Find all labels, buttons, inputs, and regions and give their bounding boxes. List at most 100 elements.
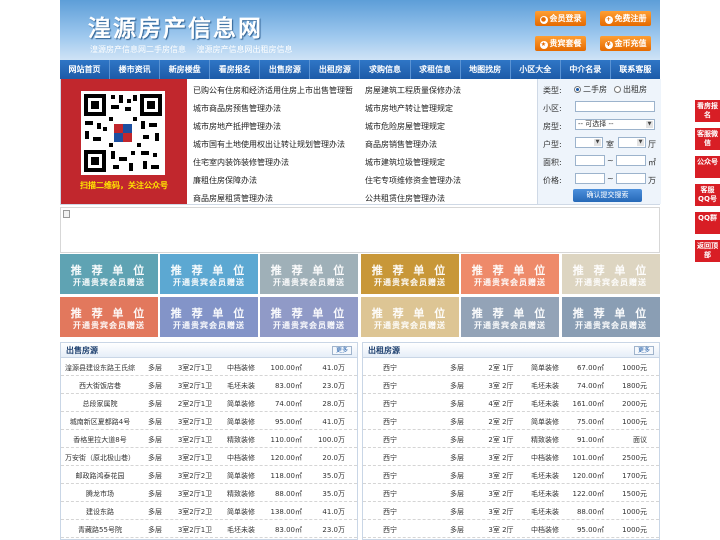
header-sublink-sale[interactable]: 湟源房产信息网二手房信息 [90, 45, 186, 54]
recommended-unit-tile[interactable]: 推 荐 单 位开通贵宾会员赠送 [60, 254, 158, 294]
recommended-unit-tile[interactable]: 推 荐 单 位开通贵宾会员赠送 [461, 297, 559, 337]
sale-cell-0[interactable]: 邮政路鸿泰花园 [63, 471, 137, 481]
rent-listing-row[interactable]: 西宁 多层 2室 1厅 精致装修 91.00㎡ 面议 [363, 430, 659, 448]
nav-news[interactable]: 楼市资讯 [110, 60, 161, 79]
float-official-account[interactable]: 公众号 [695, 156, 720, 178]
policy-link[interactable]: 城市危险房屋管理规定 [365, 121, 445, 132]
rent-listing-row[interactable]: 西宁 多层 2室 1厅 简单装修 67.00㎡ 1000元 [363, 358, 659, 376]
rent-listing-row[interactable]: 西宁 多层 2室 2厅 简单装修 75.00㎡ 1000元 [363, 412, 659, 430]
sale-listing-row[interactable]: 青藏路55号院 多层 3室2厅1卫 毛坯未装 83.00㎡ 23.0万 [61, 520, 357, 538]
recommended-unit-tile[interactable]: 推 荐 单 位开通贵宾会员赠送 [361, 254, 459, 294]
sale-cell-0[interactable]: 湟源县建设东路王氏综 [63, 363, 137, 373]
site-title[interactable]: 湟源房产信息网 [88, 9, 263, 43]
sale-cell-0[interactable]: 腾龙市场 [63, 489, 137, 499]
recommended-unit-tile[interactable]: 推 荐 单 位开通贵宾会员赠送 [260, 297, 358, 337]
float-viewing-signup[interactable]: 看房报名 [695, 100, 720, 122]
recommended-unit-tile[interactable]: 推 荐 单 位开通贵宾会员赠送 [562, 297, 660, 337]
coin-recharge-button[interactable]: ¥ 金币充值 [600, 36, 651, 51]
policy-link[interactable]: 商品房销售管理办法 [365, 139, 437, 150]
vip-package-button[interactable]: ★ 贵宾套餐 [535, 36, 586, 51]
nav-viewing-signup[interactable]: 看房报名 [210, 60, 261, 79]
sale-cell-0[interactable]: 城南新区夏都路4号 [63, 417, 137, 427]
rent-listing-row[interactable]: 西宁 多层 3室 2厅 毛坯未装 120.00㎡ 1700元 [363, 466, 659, 484]
rent-cell-0[interactable]: 西宁 [383, 399, 423, 409]
rent-listing-row[interactable]: 西宁 多层 3室 2厅 中档装修 95.00㎡ 1000元 [363, 520, 659, 538]
radio-rental[interactable]: 出租房 [614, 84, 647, 95]
sale-cell-0[interactable]: 香格里拉大道8号 [63, 435, 137, 445]
policy-link[interactable]: 城市商品房预售管理办法 [193, 103, 281, 114]
float-back-to-top[interactable]: 返回顶部 [695, 240, 720, 262]
recommended-unit-tile[interactable]: 推 荐 单 位开通贵宾会员赠送 [160, 297, 258, 337]
sale-cell-0[interactable]: 建设东路 [63, 507, 137, 517]
login-button[interactable]: ● 会员登录 [535, 11, 586, 26]
float-service-qq[interactable]: 客服QQ号 [695, 184, 720, 206]
sale-panel-title[interactable]: 出售房源 [66, 345, 98, 356]
rent-listing-row[interactable]: 西宁 多层 3室 2厅 中档装修 101.00㎡ 2500元 [363, 448, 659, 466]
nav-wanted-buy[interactable]: 求购信息 [360, 60, 411, 79]
sale-listing-row[interactable]: 总段家属院 多层 2室2厅1卫 简单装修 74.00㎡ 28.0万 [61, 394, 357, 412]
nav-agents[interactable]: 中介名录 [561, 60, 611, 79]
search-submit-button[interactable]: 确认提交搜索 [573, 189, 642, 202]
sale-more-button[interactable]: 更多 [332, 346, 352, 355]
recommended-unit-tile[interactable]: 推 荐 单 位开通贵宾会员赠送 [562, 254, 660, 294]
recommended-unit-tile[interactable]: 推 荐 单 位开通贵宾会员赠送 [260, 254, 358, 294]
rent-cell-0[interactable]: 西宁 [383, 507, 423, 517]
sale-listing-row[interactable]: 城南新区夏都路4号 多层 3室2厅1卫 简单装修 95.00㎡ 41.0万 [61, 412, 357, 430]
rent-panel-title[interactable]: 出租房源 [368, 345, 400, 356]
sale-listing-row[interactable]: 邮政路鸿泰花园 多层 3室2厅2卫 简单装修 118.00㎡ 35.0万 [61, 466, 357, 484]
recommended-unit-tile[interactable]: 推 荐 单 位开通贵宾会员赠送 [461, 254, 559, 294]
nav-contact-service[interactable]: 联系客服 [611, 60, 660, 79]
sale-listing-row[interactable]: 湟源县建设东路王氏综 多层 3室2厅1卫 中档装修 100.00㎡ 41.0万 [61, 358, 357, 376]
rent-cell-0[interactable]: 西宁 [383, 363, 423, 373]
sale-listing-row[interactable]: 建设东路 多层 3室2厅2卫 简单装修 138.00㎡ 41.0万 [61, 502, 357, 520]
nav-communities[interactable]: 小区大全 [511, 60, 561, 79]
policy-link[interactable]: 城市建筑垃圾管理规定 [365, 157, 445, 168]
rent-cell-0[interactable]: 西宁 [383, 471, 423, 481]
nav-for-rent[interactable]: 出租房源 [310, 60, 361, 79]
policy-link[interactable]: 公共租赁住房管理办法 [365, 193, 445, 204]
rent-cell-0[interactable]: 西宁 [383, 453, 423, 463]
area-min-input[interactable] [575, 155, 605, 166]
nav-map-search[interactable]: 地图找房 [461, 60, 511, 79]
rent-cell-0[interactable]: 西宁 [383, 435, 423, 445]
banner-ad[interactable] [60, 207, 660, 253]
policy-link[interactable]: 廉租住房保障办法 [193, 175, 257, 186]
float-service-wechat[interactable]: 客服微信 [695, 128, 720, 150]
radio-second-hand[interactable]: 二手房 [574, 84, 607, 95]
nav-new-homes[interactable]: 新房楼盘 [160, 60, 211, 79]
price-max-input[interactable] [616, 173, 646, 184]
register-button[interactable]: + 免费注册 [600, 11, 651, 26]
float-qq-group[interactable]: QQ群 [695, 212, 720, 234]
price-min-input[interactable] [575, 173, 605, 184]
recommended-unit-tile[interactable]: 推 荐 单 位开通贵宾会员赠送 [361, 297, 459, 337]
rent-listing-row[interactable]: 西宁 多层 3室 2厅 毛坯未装 74.00㎡ 1800元 [363, 376, 659, 394]
room-select[interactable]: ▼ [575, 137, 603, 148]
rent-cell-0[interactable]: 西宁 [383, 417, 423, 427]
policy-link[interactable]: 住宅室内装饰装修管理办法 [193, 157, 289, 168]
header-sublink-rent[interactable]: 湟源房产信息网出租房信息 [197, 45, 293, 54]
community-input[interactable] [575, 101, 655, 112]
sale-listing-row[interactable]: 西大街饭店巷 多层 3室2厅1卫 毛坯未装 83.00㎡ 23.0万 [61, 376, 357, 394]
policy-link[interactable]: 城市国有土地使用权出让转让规划管理办法 [193, 139, 345, 150]
policy-link[interactable]: 住宅专项维修资金管理办法 [365, 175, 461, 186]
house-type-select[interactable]: -- 可选择 -- ▼ [575, 119, 655, 130]
rent-listing-row[interactable]: 西宁 多层 3室 2厅 毛坯未装 88.00㎡ 1000元 [363, 502, 659, 520]
policy-link[interactable]: 城市房地产转让管理规定 [365, 103, 453, 114]
sale-cell-0[interactable]: 总段家属院 [63, 399, 137, 409]
sale-cell-0[interactable]: 青藏路55号院 [63, 525, 137, 535]
rent-listing-row[interactable]: 西宁 多层 3室 2厅 毛坯未装 122.00㎡ 1500元 [363, 484, 659, 502]
nav-for-sale[interactable]: 出售房源 [260, 60, 311, 79]
sale-listing-row[interactable]: 香格里拉大道8号 多层 3室2厅1卫 精致装修 110.00㎡ 100.0万 [61, 430, 357, 448]
recommended-unit-tile[interactable]: 推 荐 单 位开通贵宾会员赠送 [160, 254, 258, 294]
sale-listing-row[interactable]: 腾龙市场 多层 3室2厅1卫 精致装修 88.00㎡ 35.0万 [61, 484, 357, 502]
policy-link[interactable]: 城市房地产抵押管理办法 [193, 121, 281, 132]
sale-cell-0[interactable]: 西大街饭店巷 [63, 381, 137, 391]
rent-more-button[interactable]: 更多 [634, 346, 654, 355]
sale-listing-row[interactable]: 万安街（原北极山巷） 多层 3室2厅1卫 中档装修 120.00㎡ 20.0万 [61, 448, 357, 466]
rent-cell-0[interactable]: 西宁 [383, 525, 423, 535]
hall-select[interactable]: ▼ [618, 137, 646, 148]
nav-home[interactable]: 网站首页 [60, 60, 111, 79]
policy-link[interactable]: 商品房屋租赁管理办法 [193, 193, 273, 204]
rent-cell-0[interactable]: 西宁 [383, 381, 423, 391]
area-max-input[interactable] [616, 155, 646, 166]
